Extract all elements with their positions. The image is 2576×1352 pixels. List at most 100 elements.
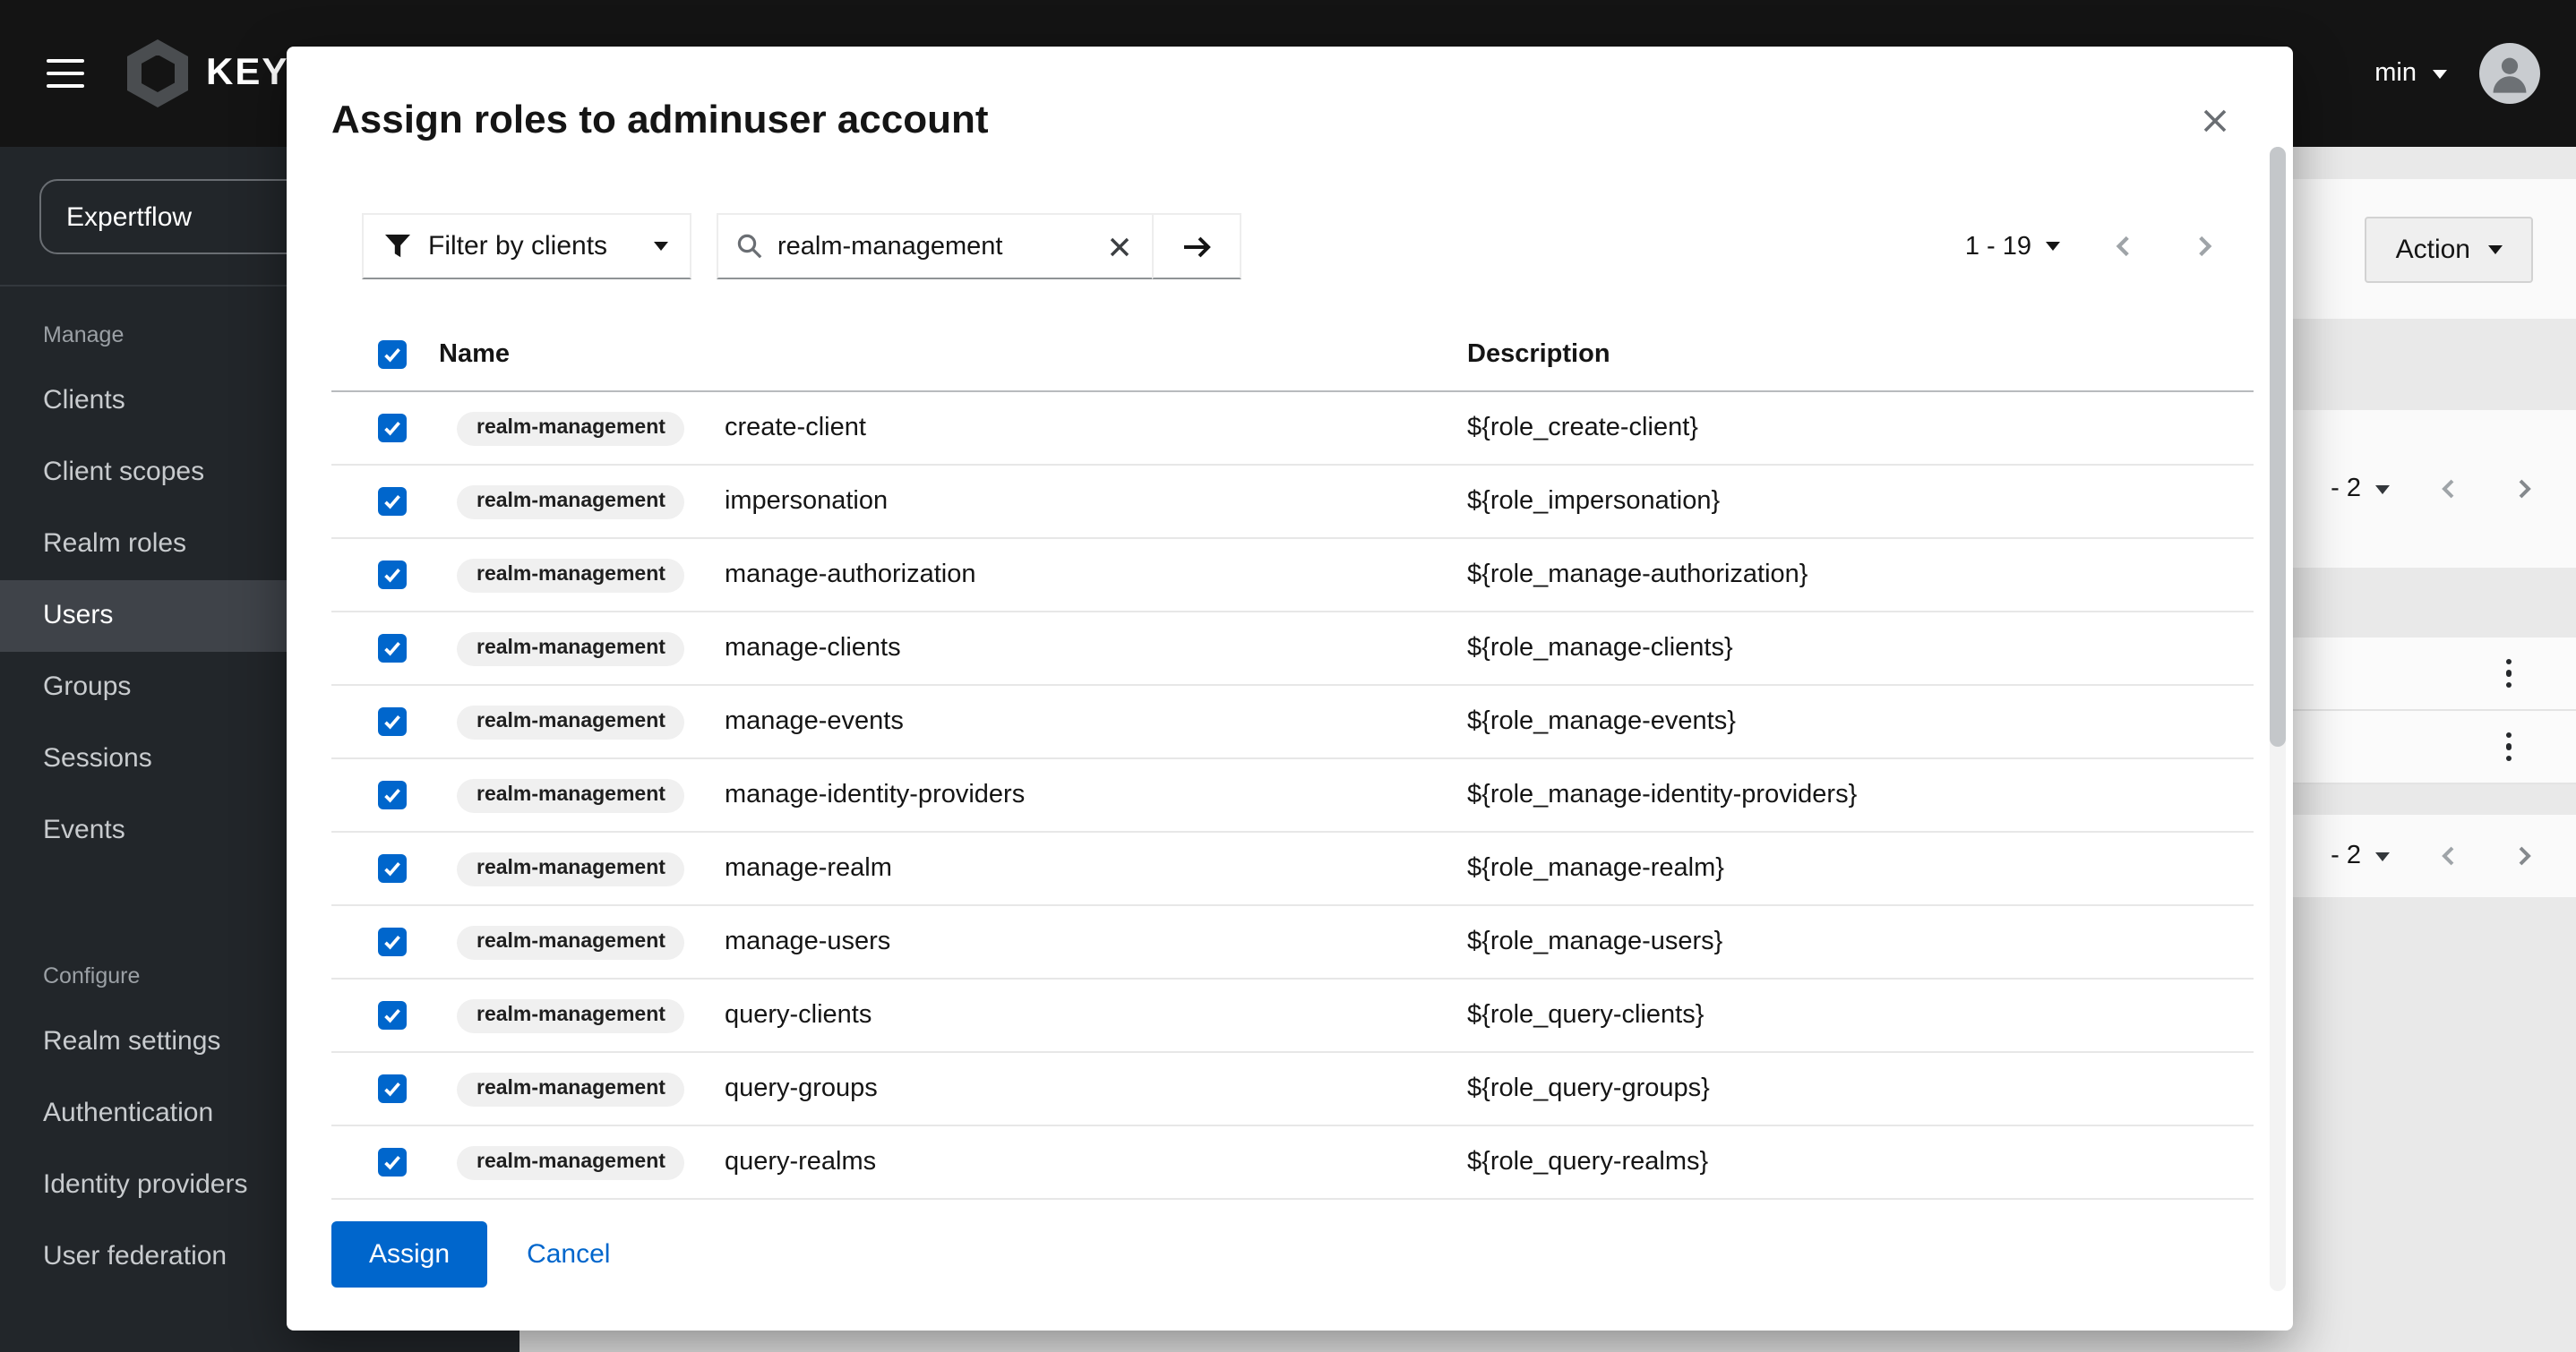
- brand-logo[interactable]: KEY: [127, 39, 288, 107]
- role-name: manage-realm: [725, 854, 892, 883]
- app-root: KEY min Expertflow ManageClientsClient s…: [0, 0, 2576, 1352]
- pagination-range-label: - 2: [2331, 842, 2361, 870]
- next-page-button[interactable]: [2508, 840, 2540, 872]
- close-button[interactable]: [2194, 100, 2236, 147]
- table-header-row: Name Description: [331, 319, 2254, 392]
- keycloak-logo-icon: [127, 39, 188, 107]
- cancel-button[interactable]: Cancel: [527, 1239, 610, 1270]
- previous-page-button[interactable]: [2107, 229, 2141, 263]
- pagination-range-dropdown[interactable]: 1 - 19: [1965, 232, 2060, 261]
- search-icon: [736, 233, 763, 260]
- role-name: query-groups: [725, 1074, 878, 1103]
- role-name: manage-clients: [725, 634, 901, 663]
- close-icon: [2202, 107, 2228, 134]
- row-checkbox[interactable]: [378, 560, 407, 589]
- role-description: ${role_manage-authorization}: [1467, 560, 2254, 589]
- role-description: ${role_create-client}: [1467, 414, 2254, 442]
- table-row: realm-management manage-realm ${role_manag…: [331, 833, 2254, 906]
- row-checkbox[interactable]: [378, 634, 407, 663]
- row-checkbox[interactable]: [378, 1074, 407, 1103]
- kebab-menu-icon[interactable]: [2491, 723, 2526, 771]
- search-box: [717, 213, 1154, 279]
- assign-button[interactable]: Assign: [331, 1221, 487, 1288]
- select-all-checkbox[interactable]: [378, 340, 407, 369]
- table-row: realm-managementquery-clients${role_quer…: [331, 980, 2254, 1053]
- user-menu[interactable]: min: [2374, 59, 2447, 88]
- role-name: manage-users: [725, 928, 890, 956]
- modal-title: Assign roles to adminuser account: [331, 97, 989, 143]
- next-page-button[interactable]: [2508, 473, 2540, 505]
- row-checkbox[interactable]: [378, 781, 407, 809]
- arrow-right-icon: [1181, 234, 1212, 259]
- filter-icon: [385, 235, 410, 258]
- row-checkbox[interactable]: [378, 928, 407, 956]
- row-checkbox[interactable]: [378, 707, 407, 736]
- client-badge: realm-management: [457, 851, 685, 886]
- client-badge: realm-management: [457, 925, 685, 959]
- role-description: ${role_manage-clients}: [1467, 634, 2254, 663]
- role-name: query-clients: [725, 1001, 872, 1030]
- kebab-menu-icon[interactable]: [2491, 649, 2526, 697]
- modal-pagination: 1 - 19: [1965, 213, 2221, 279]
- caret-down-icon: [654, 242, 668, 251]
- nav-toggle-icon[interactable]: [47, 59, 84, 89]
- caret-down-icon: [2375, 484, 2390, 493]
- client-badge: realm-management: [457, 778, 685, 812]
- table-row: realm-management impersonation ${role_impe…: [331, 466, 2254, 539]
- realm-name: Expertflow: [66, 201, 192, 232]
- action-button-label: Action: [2396, 234, 2470, 264]
- role-description: ${role_manage-events}: [1467, 707, 2254, 736]
- next-page-button[interactable]: [2187, 229, 2221, 263]
- avatar[interactable]: [2479, 43, 2540, 104]
- pagination-range-dropdown[interactable]: - 2: [2331, 842, 2390, 870]
- role-name: impersonation: [725, 487, 888, 516]
- check-icon: [383, 492, 401, 510]
- clear-icon: [1109, 235, 1130, 257]
- role-name: create-client: [725, 414, 866, 442]
- chevron-right-icon: [2512, 843, 2537, 869]
- chevron-right-icon: [2512, 476, 2537, 501]
- search-submit-button[interactable]: [1152, 213, 1241, 279]
- table-row: realm-managementcreate-client${role_crea…: [331, 392, 2254, 466]
- table-row: realm-managementmanage-identity-provider…: [331, 759, 2254, 833]
- column-header-name: Name: [432, 340, 1467, 369]
- table-row: realm-management manage-clients ${role_man…: [331, 612, 2254, 686]
- client-badge: realm-management: [457, 631, 685, 665]
- role-description: ${role_query-realms}: [1467, 1148, 2254, 1177]
- modal-scrollbar-track[interactable]: [2270, 147, 2286, 1291]
- column-header-description: Description: [1467, 340, 2254, 369]
- filter-label: Filter by clients: [428, 231, 607, 261]
- previous-page-button[interactable]: [2433, 473, 2465, 505]
- row-checkbox[interactable]: [378, 1001, 407, 1030]
- previous-page-button[interactable]: [2433, 840, 2465, 872]
- row-checkbox[interactable]: [378, 487, 407, 516]
- role-description: ${role_manage-realm}: [1467, 854, 2254, 883]
- modal-scrollbar-thumb[interactable]: [2270, 147, 2286, 747]
- clear-search-button[interactable]: [1105, 232, 1134, 261]
- pagination-range-dropdown[interactable]: - 2: [2331, 475, 2390, 503]
- check-icon: [383, 786, 401, 804]
- chevron-left-icon: [2110, 233, 2137, 260]
- client-badge: realm-management: [457, 705, 685, 739]
- row-checkbox[interactable]: [378, 414, 407, 442]
- row-checkbox[interactable]: [378, 854, 407, 883]
- action-button[interactable]: Action: [2366, 216, 2533, 282]
- check-icon: [383, 419, 401, 437]
- client-badge: realm-management: [457, 484, 685, 518]
- pagination-range-label: - 2: [2331, 475, 2361, 503]
- table-row: realm-managementmanage-events${role_mana…: [331, 686, 2254, 759]
- modal-footer: Assign Cancel: [331, 1221, 610, 1288]
- person-icon: [2486, 50, 2533, 97]
- filter-by-clients-dropdown[interactable]: Filter by clients: [362, 213, 691, 279]
- row-checkbox[interactable]: [378, 1148, 407, 1177]
- role-description: ${role_query-groups}: [1467, 1074, 2254, 1103]
- client-badge: realm-management: [457, 998, 685, 1032]
- role-description: ${role_impersonation}: [1467, 487, 2254, 516]
- caret-down-icon: [2488, 244, 2503, 253]
- check-icon: [383, 566, 401, 584]
- client-badge: realm-management: [457, 1145, 685, 1179]
- check-icon: [383, 713, 401, 731]
- search-input[interactable]: [777, 232, 1091, 261]
- check-icon: [383, 933, 401, 951]
- roles-table: Name Description realm-managementcreate-…: [331, 319, 2254, 1200]
